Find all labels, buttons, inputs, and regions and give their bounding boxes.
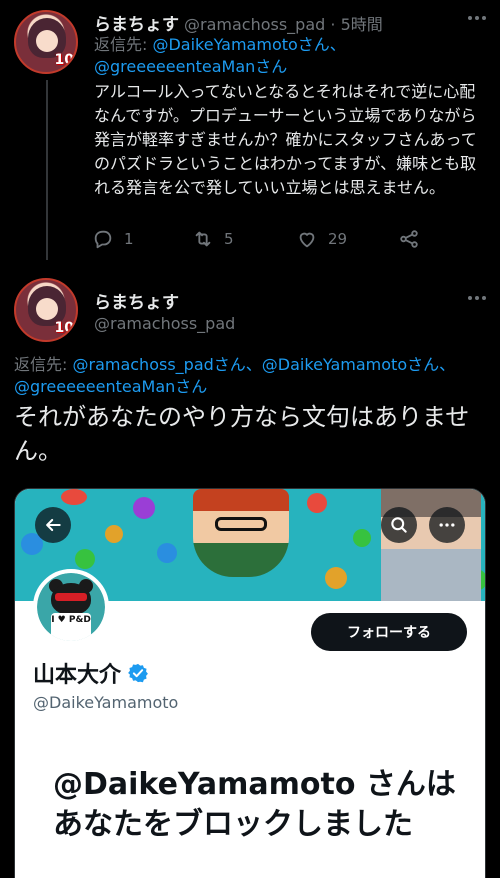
reply-mention-link[interactable]: @greeeeeenteaMan (14, 377, 175, 396)
more-horizontal-icon (439, 523, 455, 527)
avatar[interactable]: 10 (14, 10, 78, 74)
verified-icon (128, 663, 148, 683)
search-button[interactable] (381, 507, 417, 543)
blocked-message: @DaikeYamamoto さんはあなたをブロックしました (53, 767, 456, 842)
reply-mention-link[interactable]: @DaikeYamamoto (152, 35, 297, 54)
reply-mention-link[interactable]: @DaikeYamamoto (262, 355, 407, 374)
retweet-icon (195, 231, 211, 247)
reply-mention-suffix: さん (255, 57, 288, 76)
avatar-face (36, 30, 58, 52)
profile-name-text: 山本大介 (33, 663, 122, 688)
share-icon (400, 230, 418, 248)
profile-avatar[interactable]: I ♥ P&D (33, 569, 109, 645)
reply-context: 返信先: @ramachoss_padさん、@DaikeYamamotoさん、 … (14, 354, 455, 398)
like-count: 29 (328, 230, 348, 248)
reply-mention-suffix: さん、 (213, 355, 262, 374)
timestamp[interactable]: · 5時間 (330, 15, 382, 34)
reply-context: 返信先: @DaikeYamamotoさん、 @greeeeeenteaManさ… (94, 34, 346, 78)
reply-mention-link[interactable]: @greeeeeenteaMan (94, 57, 255, 76)
reply-icon (94, 230, 112, 249)
thread-line (46, 80, 48, 260)
reply-button[interactable]: 1 (92, 228, 134, 250)
attached-image[interactable]: I ♥ P&D フォローする 山本大介 @DaikeYamamoto @Daik… (14, 488, 486, 878)
more-horizontal-icon[interactable] (468, 288, 488, 308)
more-horizontal-icon[interactable] (468, 8, 488, 28)
tweet-body: アルコール入ってないとなるとそれはそれで逆に心配なんですが。プロデューサーという… (94, 82, 477, 197)
back-arrow-icon (46, 518, 61, 532)
reply-mention-link[interactable]: @ramachoss_pad (72, 355, 213, 374)
reply-mention-suffix: さん (175, 377, 208, 396)
avatar-face (36, 298, 58, 320)
retweet-count: 5 (224, 230, 234, 248)
tweet-body: それがあなたのやり方なら文句はありません。 (14, 403, 470, 465)
reply-prefix: 返信先: (94, 35, 153, 54)
avatar-badge: 10 (54, 320, 74, 336)
display-name[interactable]: らまちょす (94, 10, 179, 35)
avatar[interactable]: 10 (14, 278, 78, 342)
avatar-badge: 10 (54, 52, 74, 68)
banner-person (381, 489, 481, 601)
profile-name: 山本大介 (33, 657, 149, 689)
follow-button[interactable]: フォローする (311, 613, 467, 651)
handle-text: @ramachoss_pad (184, 15, 326, 34)
share-button[interactable] (398, 228, 430, 250)
reply-mention-suffix: さん、 (407, 355, 456, 374)
like-button[interactable]: 29 (296, 228, 347, 250)
tweet-1[interactable]: 10 らまちょす @ramachoss_pad · 5時間 返信先: @Daik… (0, 0, 500, 262)
like-icon (299, 232, 315, 248)
reply-mention-suffix: さん、 (297, 35, 346, 54)
retweet-button[interactable]: 5 (192, 228, 234, 250)
more-button[interactable] (429, 507, 465, 543)
user-handle[interactable]: @ramachoss_pad · 5時間 (184, 11, 383, 35)
bear-shirt-text: I ♥ P&D (51, 613, 91, 641)
back-button[interactable] (35, 507, 71, 543)
search-icon (391, 517, 407, 533)
profile-handle: @DaikeYamamoto (33, 693, 179, 712)
reply-count: 1 (124, 230, 134, 248)
banner-character (193, 489, 289, 577)
reply-prefix: 返信先: (14, 355, 73, 374)
user-handle[interactable]: @ramachoss_pad (94, 314, 235, 333)
display-name[interactable]: らまちょす (94, 288, 179, 313)
